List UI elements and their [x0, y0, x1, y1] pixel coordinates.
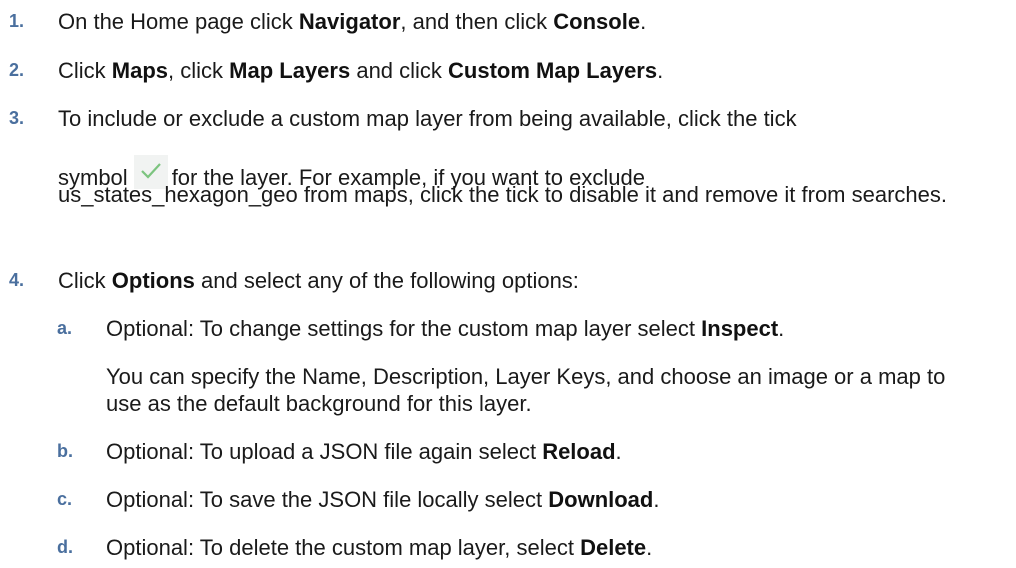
substep-letter: c. — [57, 489, 73, 509]
ui-term-console: Console — [553, 9, 641, 34]
step-text: Click Maps, click Map Layers and click C… — [58, 58, 664, 83]
step-text: On the Home page click Navigator, and th… — [58, 9, 647, 34]
substep-text: Optional: To delete the custom map layer… — [106, 535, 653, 560]
substep-text: Optional: To upload a JSON file again se… — [106, 439, 622, 464]
step-number: 4. — [9, 270, 25, 290]
ui-term-reload: Reload — [542, 439, 616, 464]
step-text-continued: us_states_hexagon_geo from maps, click t… — [58, 182, 947, 207]
step-number: 1. — [9, 11, 25, 31]
step-text: To include or exclude a custom map layer… — [58, 106, 797, 131]
substep-letter: d. — [57, 537, 73, 557]
substep-text: Optional: To save the JSON file locally … — [106, 487, 660, 512]
ui-term-options: Options — [111, 268, 195, 293]
ui-term-inspect: Inspect — [701, 316, 779, 341]
step-number: 3. — [9, 108, 25, 128]
substep-letter: a. — [57, 318, 73, 338]
ui-term-map-layers: Map Layers — [229, 58, 351, 83]
substep-letter: b. — [57, 441, 73, 461]
substep-text: Optional: To change settings for the cus… — [106, 316, 785, 341]
ui-term-navigator: Navigator — [298, 9, 401, 34]
ui-term-download: Download — [548, 487, 654, 512]
ui-term-delete: Delete — [580, 535, 647, 560]
substep-note: You can specify the Name, Description, L… — [106, 364, 946, 416]
step-number: 2. — [9, 60, 25, 80]
step-text: Click Options and select any of the foll… — [58, 268, 579, 293]
ui-term-maps: Maps — [111, 58, 169, 83]
ui-term-custom-map-layers: Custom Map Layers — [448, 58, 658, 83]
